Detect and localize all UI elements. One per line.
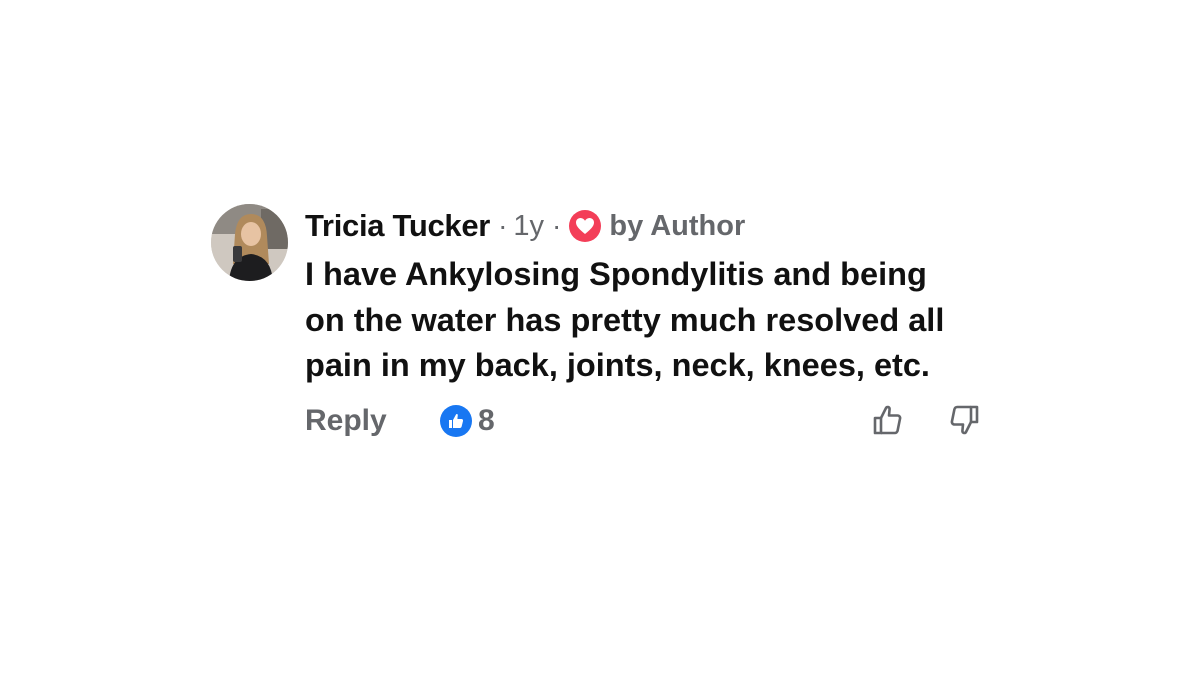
thumbs-down-outline-icon[interactable] — [947, 403, 981, 437]
avatar-photo — [211, 204, 288, 281]
comment-actions: Reply 8 — [305, 401, 995, 441]
page: Tricia Tucker · 1y · by Author I have An… — [0, 0, 1200, 675]
timestamp[interactable]: 1y — [513, 210, 544, 243]
comment-text: I have Ankylosing Spondylitis and being … — [305, 256, 945, 383]
separator-dot: · — [552, 210, 562, 241]
thumbs-up-outline-icon[interactable] — [871, 403, 905, 437]
avatar[interactable] — [211, 204, 288, 281]
reaction-summary[interactable]: 8 — [440, 401, 495, 441]
like-count: 8 — [478, 403, 495, 437]
thumbs-up-icon — [440, 404, 472, 437]
separator-dot: · — [498, 210, 508, 241]
reply-button[interactable]: Reply — [305, 401, 387, 441]
comment-header: Tricia Tucker · 1y · by Author — [305, 200, 995, 252]
heart-icon — [569, 210, 602, 242]
loved-by-author-label: by Author — [609, 209, 746, 242]
comment-body: Tricia Tucker · 1y · by Author I have An… — [305, 200, 995, 441]
author-name[interactable]: Tricia Tucker — [305, 208, 490, 244]
